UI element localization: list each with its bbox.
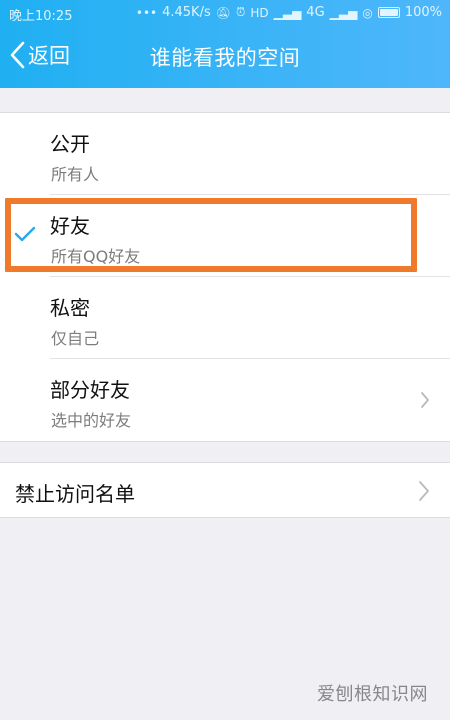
status-bar: 晚上10:25 ••• 4.45K/s 🔕︎ ⏰︎ HD ▁▃▅ 4G ▁▃▅ … — [0, 0, 450, 26]
power-saving-icon: ◎ — [362, 5, 373, 20]
network-type: 4G — [306, 5, 325, 20]
option-title: 好友 — [50, 214, 90, 238]
hd-icon: HD — [250, 5, 269, 20]
nav-bar: 返回 谁能看我的空间 — [0, 26, 450, 88]
option-title: 私密 — [50, 296, 90, 320]
chevron-right-icon — [421, 392, 429, 408]
option-public[interactable]: 公开 所有人 — [0, 113, 450, 195]
status-time: 晚上10:25 — [9, 9, 73, 24]
option-subtitle: 仅自己 — [51, 329, 100, 348]
option-friends[interactable]: 好友 所有QQ好友 — [0, 195, 450, 277]
option-some-friends[interactable]: 部分好友 选中的好友 — [0, 359, 450, 441]
checkmark-icon — [14, 226, 36, 242]
option-subtitle: 所有人 — [51, 165, 100, 184]
option-subtitle: 所有QQ好友 — [51, 247, 141, 266]
page-title: 谁能看我的空间 — [149, 46, 301, 70]
dots-icon: ••• — [135, 5, 158, 20]
mute-bell-icon: 🔕︎ — [215, 5, 231, 20]
blacklist-label: 禁止访问名单 — [15, 482, 135, 506]
option-subtitle: 选中的好友 — [51, 411, 132, 430]
visibility-options: 公开 所有人 好友 所有QQ好友 私密 仅自己 部分好友 选中的好友 — [0, 112, 450, 442]
watermark: 爱刨根知识网 — [317, 684, 428, 705]
option-title: 部分好友 — [50, 378, 130, 402]
option-private[interactable]: 私密 仅自己 — [0, 277, 450, 359]
signal-icon: ▁▃▅ — [273, 5, 302, 20]
signal-icon-2: ▁▃▅ — [329, 5, 358, 20]
blacklist-row[interactable]: 禁止访问名单 — [0, 462, 450, 518]
alarm-icon: ⏰︎ — [235, 5, 246, 19]
network-speed: 4.45K/s — [162, 5, 211, 20]
chevron-right-icon — [419, 481, 429, 501]
option-title: 公开 — [50, 132, 90, 156]
battery-level: 100% — [404, 5, 442, 20]
battery-icon — [377, 7, 400, 18]
app-header: 晚上10:25 ••• 4.45K/s 🔕︎ ⏰︎ HD ▁▃▅ 4G ▁▃▅ … — [0, 0, 450, 88]
status-icons: ••• 4.45K/s 🔕︎ ⏰︎ HD ▁▃▅ 4G ▁▃▅ ◎ 100% — [136, 5, 442, 20]
